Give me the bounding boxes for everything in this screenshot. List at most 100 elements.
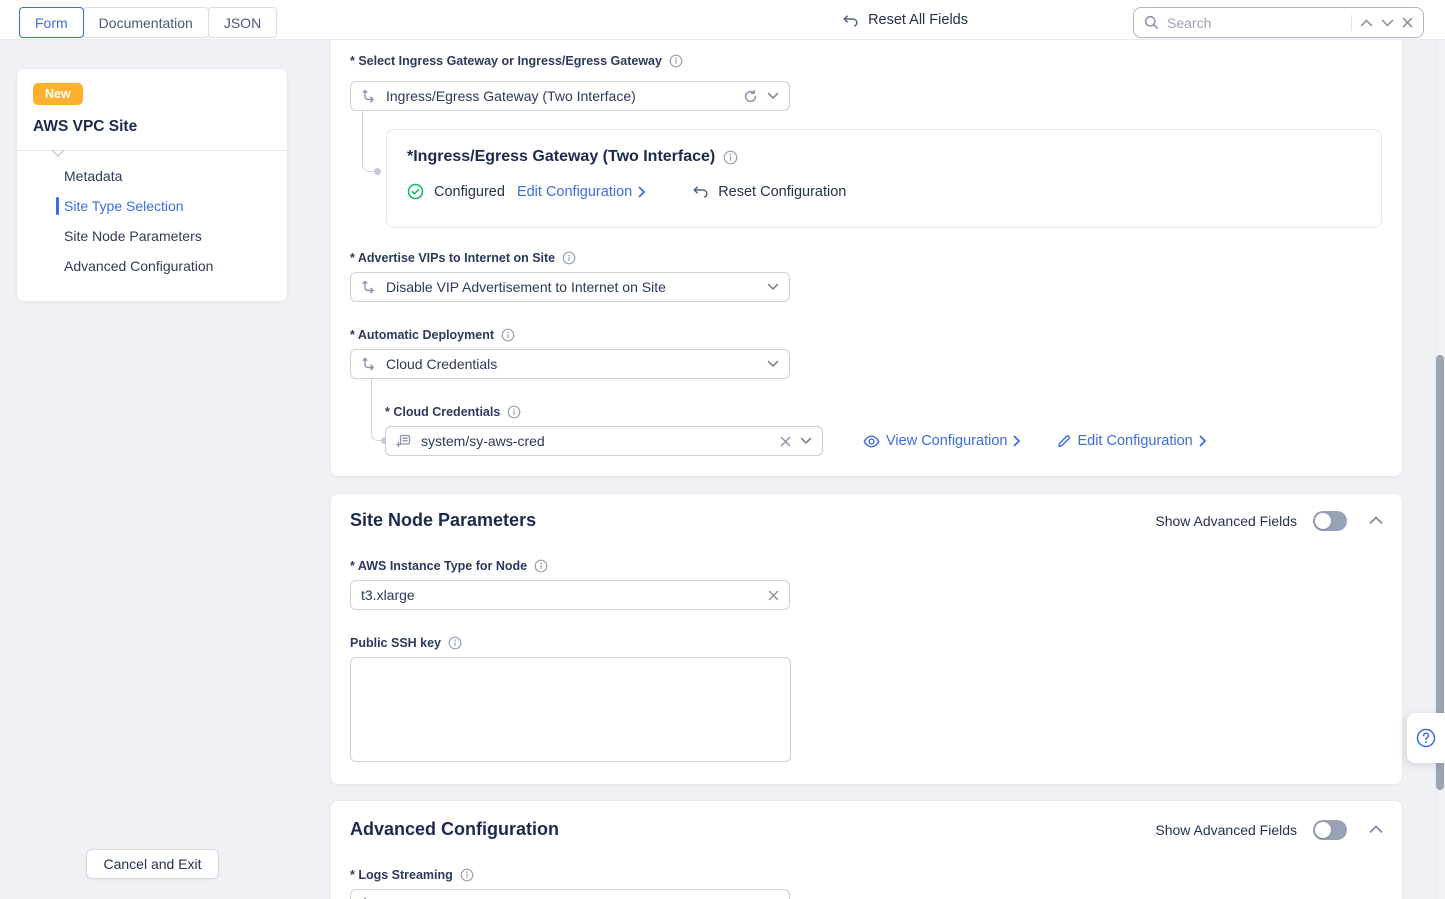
edit-configuration-label: Edit Configuration [517, 184, 632, 200]
pencil-icon [1057, 434, 1071, 448]
tab-documentation[interactable]: Documentation [83, 7, 209, 38]
configured-status: Configured [434, 184, 505, 200]
undo-icon [842, 13, 859, 28]
new-badge: New [33, 83, 83, 105]
collapse-section-button[interactable] [1369, 516, 1383, 525]
show-advanced-label: Show Advanced Fields [1155, 513, 1297, 529]
cloud-credentials-label: * Cloud Credentials [385, 405, 500, 419]
collapse-section-button[interactable] [1369, 825, 1383, 834]
content-area: New AWS VPC Site Metadata Site Type Sele… [0, 40, 1445, 899]
ssh-key-textarea[interactable] [350, 657, 791, 762]
advanced-configuration-card: Advanced Configuration Show Advanced Fie… [330, 800, 1403, 899]
info-icon[interactable] [723, 150, 738, 165]
search-prev-button[interactable] [1360, 19, 1373, 27]
automatic-deployment-select[interactable]: Cloud Credentials [350, 349, 790, 379]
search-clear-button[interactable] [1402, 17, 1413, 28]
edit-configuration-link[interactable]: Edit Configuration [517, 184, 646, 200]
cloud-credentials-links: View Configuration Edit Configuration [863, 426, 1207, 456]
view-tabs: Form Documentation JSON [20, 7, 277, 38]
sidebar-item-site-node-parameters[interactable]: Site Node Parameters [33, 221, 271, 251]
chevron-down-icon [767, 92, 779, 100]
gateway-card-title: *Ingress/Egress Gateway (Two Interface) [407, 148, 1361, 166]
site-type-selection-card: * Select Ingress Gateway or Ingress/Egre… [330, 40, 1403, 477]
reset-configuration-button[interactable]: Reset Configuration [692, 184, 846, 200]
field-label: * Cloud Credentials [385, 405, 521, 419]
gateway-config-card: *Ingress/Egress Gateway (Two Interface) … [386, 129, 1382, 228]
cloud-credentials-select[interactable]: system/sy-aws-cred [385, 426, 823, 456]
info-icon[interactable] [669, 54, 683, 68]
reset-all-fields-button[interactable]: Reset All Fields [842, 0, 968, 40]
divider [17, 150, 287, 151]
advertise-vips-select[interactable]: Disable VIP Advertisement to Internet on… [350, 272, 790, 302]
clear-icon[interactable] [780, 436, 791, 447]
wizard-sidebar: New AWS VPC Site Metadata Site Type Sele… [16, 68, 288, 302]
ingress-gateway-value: Ingress/Egress Gateway (Two Interface) [386, 88, 734, 104]
view-configuration-label: View Configuration [886, 433, 1007, 449]
connector-line [362, 111, 376, 172]
info-icon[interactable] [534, 559, 548, 573]
caret-down-icon [51, 150, 65, 157]
field-label: * AWS Instance Type for Node [350, 559, 548, 573]
edit-cloud-credentials-label: Edit Configuration [1077, 433, 1192, 449]
chevron-down-icon [767, 283, 779, 291]
chevron-down-icon [800, 437, 812, 445]
logs-streaming-select[interactable]: Disable Logs Streaming [350, 889, 790, 899]
field-label: * Advertise VIPs to Internet on Site [350, 251, 576, 265]
search-next-button[interactable] [1381, 19, 1394, 27]
ssh-key-label: Public SSH key [350, 636, 441, 650]
ingress-gateway-select[interactable]: Ingress/Egress Gateway (Two Interface) [350, 81, 790, 111]
clear-icon[interactable] [768, 590, 779, 601]
tab-form[interactable]: Form [19, 7, 84, 38]
advertise-vips-value: Disable VIP Advertisement to Internet on… [386, 279, 758, 295]
search-icon [1144, 15, 1159, 30]
scrollbar-track[interactable] [1435, 40, 1445, 899]
sidebar-item-site-type-selection[interactable]: Site Type Selection [33, 191, 271, 221]
reset-all-fields-label: Reset All Fields [868, 12, 968, 28]
sidebar-item-metadata[interactable]: Metadata [33, 161, 271, 191]
info-icon[interactable] [460, 868, 474, 882]
logs-streaming-label: * Logs Streaming [350, 868, 453, 882]
sidebar-item-advanced-configuration[interactable]: Advanced Configuration [33, 251, 271, 281]
divider [1351, 15, 1352, 31]
info-icon[interactable] [507, 405, 521, 419]
gateway-status-row: Configured Edit Configuration Reset Conf… [407, 183, 1361, 200]
refresh-icon[interactable] [743, 89, 758, 104]
instance-type-field [350, 580, 790, 610]
question-icon [1415, 727, 1437, 749]
info-icon[interactable] [448, 636, 462, 650]
sidebar-title: AWS VPC Site [33, 118, 271, 136]
gateway-card-title-text: *Ingress/Egress Gateway (Two Interface) [407, 148, 715, 166]
field-label: * Logs Streaming [350, 868, 474, 882]
site-node-heading: Site Node Parameters [350, 510, 536, 531]
search-input[interactable] [1167, 15, 1343, 31]
instance-type-input[interactable] [361, 587, 759, 603]
field-label: Public SSH key [350, 636, 462, 650]
info-icon[interactable] [562, 251, 576, 265]
help-button[interactable] [1407, 713, 1445, 763]
oneof-selector-icon [361, 356, 377, 372]
cancel-and-exit-button[interactable]: Cancel and Exit [86, 849, 219, 879]
top-bar: Form Documentation JSON Reset All Fields [0, 0, 1445, 40]
advanced-heading: Advanced Configuration [350, 819, 559, 840]
chevron-right-icon [1199, 435, 1207, 447]
section-header: Advanced Configuration Show Advanced Fie… [350, 819, 1383, 840]
toggle-knob [1315, 513, 1331, 529]
field-label: * Select Ingress Gateway or Ingress/Egre… [350, 54, 683, 68]
chevron-up-icon [1369, 516, 1383, 525]
view-configuration-link[interactable]: View Configuration [863, 433, 1021, 449]
show-advanced-label: Show Advanced Fields [1155, 822, 1297, 838]
show-advanced-toggle[interactable] [1313, 820, 1347, 840]
search-box [1133, 7, 1424, 38]
chevron-right-icon [1013, 435, 1021, 447]
site-node-parameters-card: Site Node Parameters Show Advanced Field… [330, 493, 1403, 785]
tab-json[interactable]: JSON [208, 7, 277, 38]
info-icon[interactable] [501, 328, 515, 342]
edit-cloud-credentials-link[interactable]: Edit Configuration [1057, 433, 1206, 449]
reset-configuration-label: Reset Configuration [718, 184, 846, 200]
chevron-down-icon [767, 360, 779, 368]
show-advanced-toggle[interactable] [1313, 511, 1347, 531]
cloud-credentials-value: system/sy-aws-cred [421, 433, 771, 449]
undo-icon [692, 184, 709, 199]
advanced-fields-control: Show Advanced Fields [1155, 511, 1383, 531]
chevron-up-icon [1369, 825, 1383, 834]
